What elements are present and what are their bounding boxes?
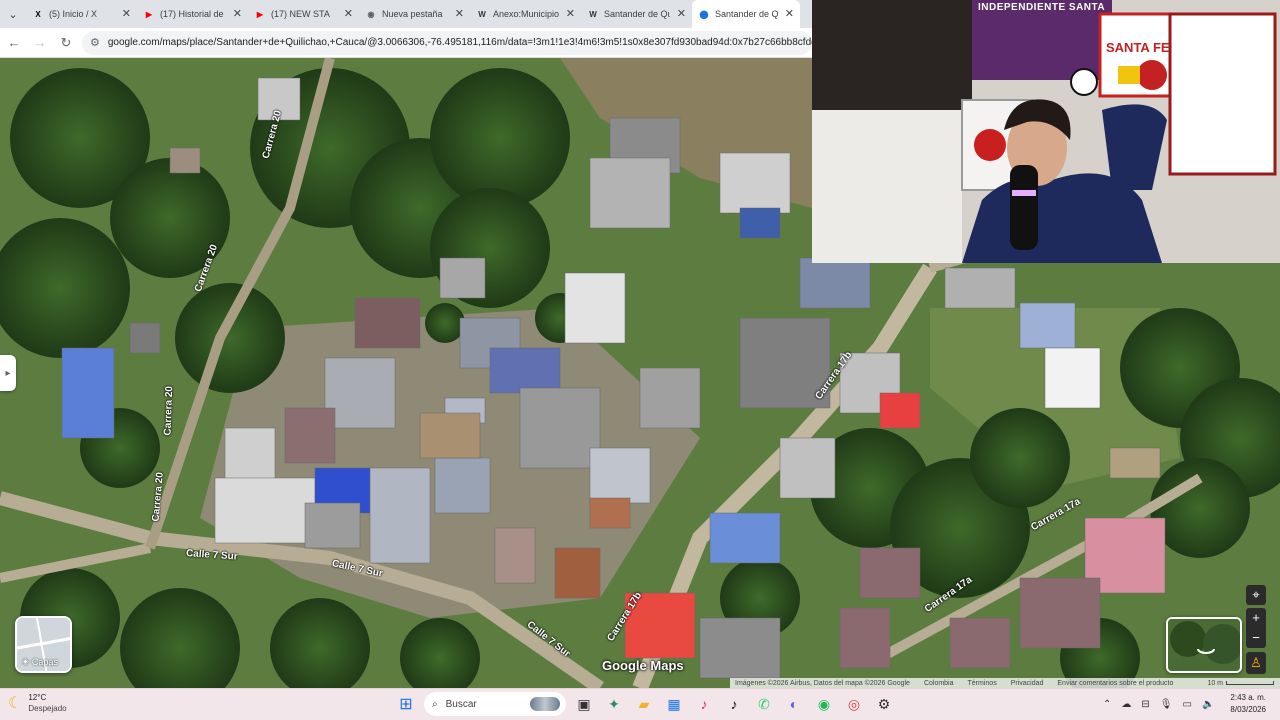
wikipedia-icon: W	[589, 9, 597, 19]
close-icon[interactable]: ✕	[677, 7, 686, 20]
task-view-icon[interactable]: ▣	[572, 692, 596, 716]
chrome-icon: ◉	[367, 9, 375, 19]
pegman-street-view-button[interactable]: ♙	[1246, 652, 1266, 674]
taskbar-apps: ⊞ ⌕ Buscar ▣ ✦ ▰ ▦ ♪ ♪ ✆ ◐ ◉ ◎ ⚙	[394, 692, 896, 716]
zoom-controls: + −	[1246, 608, 1266, 648]
tab-title: (5) Inicio / X	[49, 9, 98, 19]
tab-title: Nueva pestaña	[382, 9, 443, 19]
clock-date: 8/03/2026	[1230, 705, 1266, 714]
site-info-icon[interactable]: ⚙	[90, 36, 100, 49]
zoom-in-button[interactable]: +	[1252, 608, 1260, 628]
tab-title: Anexo:Municipios	[493, 9, 559, 19]
attribution-link-country[interactable]: Colombia	[924, 680, 954, 687]
webcam-overlay: INDEPENDIENTE SANTA SANTA FE	[812, 0, 1280, 263]
search-placeholder: Buscar	[445, 698, 477, 710]
moon-icon: ☾	[8, 695, 23, 712]
browser-tab[interactable]: X (5) Inicio / X ✕	[26, 0, 137, 28]
search-icon: ⌕	[432, 698, 438, 710]
url-text: google.com/maps/place/Santander+de+Quili…	[107, 37, 812, 48]
settings-gear-icon[interactable]: ⚙	[872, 692, 896, 716]
pegman-icon: ♙	[1250, 655, 1262, 670]
poster-banner-text: INDEPENDIENTE SANTA	[978, 2, 1106, 13]
network-icon[interactable]: ⊟	[1141, 699, 1149, 710]
browser-tab[interactable]: ◉ Nueva pestaña ✕	[359, 0, 470, 28]
browser-tab[interactable]: W Santander de Qu ✕	[581, 0, 692, 28]
youtube-icon: ▶	[145, 9, 153, 19]
youtube-icon: ▶	[256, 9, 264, 19]
map-scale[interactable]: 10 m	[1207, 680, 1274, 687]
clock-time: 2:43 a. m.	[1230, 693, 1266, 702]
volume-icon[interactable]: 🔈	[1202, 699, 1214, 710]
side-panel-toggle[interactable]: ▸	[0, 355, 16, 391]
santa-fe-logo-text: SANTA FE	[1106, 40, 1170, 55]
spotify-icon[interactable]: ◉	[812, 692, 836, 716]
close-icon[interactable]: ✕	[122, 7, 131, 20]
browser-toolbar: ← → ↻ ⚙ google.com/maps/place/Santander+…	[0, 28, 812, 58]
chevron-up-icon[interactable]: ⌃	[1103, 699, 1111, 710]
webcam-feed	[812, 0, 1280, 263]
system-tray: ⌃ ☁ ⊟ 🎙 ▭ 🔈 2:43 a. m. 8/03/2026	[1103, 692, 1266, 716]
browser-tab[interactable]: W Anexo:Municipios ✕	[470, 0, 581, 28]
microphone-icon[interactable]: 🎙	[1160, 699, 1173, 710]
zoom-out-button[interactable]: −	[1252, 628, 1260, 648]
tab-list: X (5) Inicio / X ✕ ▶ (17) Historial de r ✕ ▶ (1…	[26, 0, 800, 28]
tab-title: (17) NEW STA	[271, 9, 330, 19]
maps-pin-icon: ⬤	[699, 9, 709, 19]
layers-button[interactable]: ◈ Capas	[15, 616, 72, 673]
close-icon[interactable]: ✕	[455, 7, 464, 20]
close-icon[interactable]: ✕	[344, 7, 353, 20]
taskbar-search-box[interactable]: ⌕ Buscar	[424, 692, 566, 716]
google-maps-watermark: Google Maps	[602, 658, 684, 673]
browser-tab[interactable]: ▶ (17) NEW STA ✕	[248, 0, 359, 28]
file-explorer-icon[interactable]: ▰	[632, 692, 656, 716]
close-icon[interactable]: ✕	[785, 7, 794, 20]
whatsapp-icon[interactable]: ✆	[752, 692, 776, 716]
display-icon[interactable]: ▭	[1183, 699, 1192, 710]
layers-icon: ◈	[22, 656, 29, 666]
forward-arrow-icon[interactable]: →	[28, 31, 52, 55]
x-logo-icon: X	[35, 9, 41, 19]
widgets-icon[interactable]: ✦	[602, 692, 626, 716]
attribution-text: Imágenes ©2026 Airbus, Datos del mapa ©2…	[735, 679, 910, 687]
address-bar[interactable]: ⚙ google.com/maps/place/Santander+de+Qui…	[82, 30, 812, 55]
weather-temperature: 12°C	[28, 693, 47, 702]
street-view-thumbnail	[1168, 619, 1240, 671]
tab-title: Santander de Qu	[715, 9, 778, 19]
discord-icon[interactable]: ◐	[782, 692, 806, 716]
tiktok-icon[interactable]: ♪	[722, 692, 746, 716]
weather-widget[interactable]: ☾ 12°C Despejado	[8, 692, 67, 714]
street-view-preview[interactable]	[1166, 617, 1242, 673]
reload-icon[interactable]: ↻	[54, 31, 78, 55]
attribution-link-privacy[interactable]: Privacidad	[1011, 680, 1044, 687]
crosshair-icon: ⌖	[1252, 587, 1260, 602]
microsoft-store-icon[interactable]: ▦	[662, 692, 686, 716]
cloud-icon[interactable]: ☁	[1121, 699, 1131, 710]
tab-title: Santander de Qu	[604, 9, 670, 19]
attribution-link-feedback[interactable]: Enviar comentarios sobre el producto	[1057, 680, 1173, 687]
close-icon[interactable]: ✕	[566, 7, 575, 20]
chevron-right-icon: ▸	[5, 367, 11, 379]
my-location-button[interactable]: ⌖	[1246, 585, 1266, 605]
browser-tab-bar: ⌄ X (5) Inicio / X ✕ ▶ (17) Historial de r ✕ ▶…	[0, 0, 812, 28]
map-attribution-bar: Imágenes ©2026 Airbus, Datos del mapa ©2…	[730, 678, 1280, 688]
browser-tab[interactable]: ▶ (17) Historial de r ✕	[137, 0, 248, 28]
scale-label: 10 m	[1207, 679, 1223, 687]
attribution-link-terms[interactable]: Términos	[968, 680, 997, 687]
tiktok-icon[interactable]: ♪	[692, 692, 716, 716]
chrome-icon[interactable]: ◎	[842, 692, 866, 716]
weather-condition: Despejado	[28, 704, 67, 713]
tab-search-dropdown-icon[interactable]: ⌄	[0, 0, 26, 28]
scale-bar	[1226, 681, 1274, 685]
clock[interactable]: 2:43 a. m. 8/03/2026	[1230, 692, 1266, 716]
layers-label: Capas	[31, 656, 58, 667]
tab-title: (17) Historial de r	[160, 9, 226, 19]
windows-taskbar: ☾ 12°C Despejado ⊞ ⌕ Buscar ▣ ✦ ▰ ▦ ♪ ♪ …	[0, 688, 1280, 720]
browser-tab[interactable]: ⬤ Santander de Qu ✕	[692, 0, 800, 28]
back-arrow-icon[interactable]: ←	[2, 31, 26, 55]
wikipedia-icon: W	[478, 9, 486, 19]
search-highlight-image	[530, 697, 560, 711]
close-icon[interactable]: ✕	[233, 7, 242, 20]
windows-start-icon[interactable]: ⊞	[394, 692, 418, 716]
road-label-carrera-20: Carrera 20	[162, 385, 176, 436]
